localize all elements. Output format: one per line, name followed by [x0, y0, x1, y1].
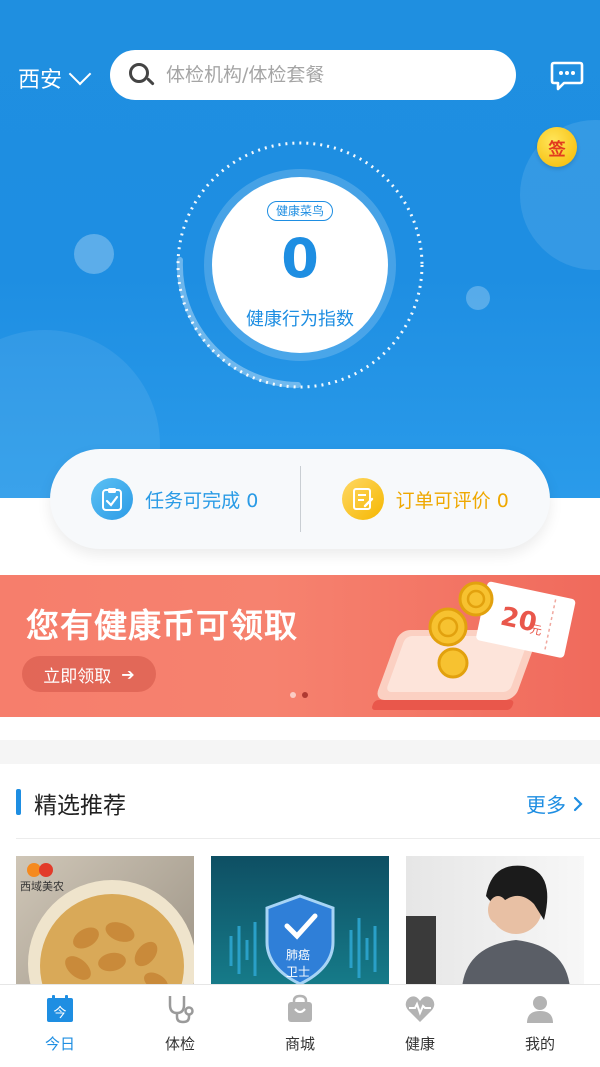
stethoscope-icon [168, 996, 194, 1024]
decor-bubble [74, 234, 114, 274]
search-input[interactable] [166, 64, 486, 86]
tab-health[interactable]: 健康 [360, 985, 480, 1067]
banner-title: 您有健康币可领取 [26, 606, 298, 645]
message-icon[interactable] [550, 58, 584, 92]
chevron-right-icon [573, 796, 583, 811]
tasks-label: 任务可完成 0 [145, 489, 259, 512]
divider [16, 838, 600, 839]
shopping-bag-icon [288, 994, 312, 1022]
search-bar[interactable] [110, 50, 516, 100]
calendar-glyph: 今 [53, 1005, 66, 1021]
pagination-dot-active [302, 692, 308, 698]
arrow-right-icon: ➔ [121, 664, 135, 684]
orders-label: 订单可评价 0 [395, 489, 509, 512]
tab-mall[interactable]: 商城 [240, 985, 360, 1067]
cashew-nuts-image: 西域美农 [20, 863, 194, 988]
tab-label: 今日 [44, 1035, 75, 1053]
city-label: 西安 [18, 68, 63, 93]
phone-coin-illustration: 20 元 [372, 581, 576, 710]
heart-pulse-icon [405, 996, 435, 1022]
edit-note-icon [341, 478, 384, 520]
banner-pagination [290, 692, 308, 698]
claim-button[interactable]: 立即领取 ➔ [22, 656, 156, 692]
tab-me[interactable]: 我的 [480, 985, 600, 1067]
health-score: 0 [281, 227, 319, 290]
tab-label: 我的 [524, 1035, 555, 1053]
summary-card: 任务可完成 0 订单可评价 0 [50, 449, 550, 549]
section-accent-bar [16, 789, 21, 815]
sign-in-badge[interactable]: 签 [537, 127, 577, 167]
bottom-tab-bar: 今 今日 体检 商城 健康 我的 [0, 984, 600, 1067]
calendar-icon: 今 [47, 995, 73, 1022]
tab-label: 健康 [404, 1035, 435, 1053]
tab-label: 体检 [164, 1035, 195, 1053]
clipboard-check-icon [91, 478, 134, 520]
level-tag: 健康菜鸟 [266, 201, 333, 221]
user-icon [527, 996, 553, 1023]
product-card-nuts[interactable]: 西域美农 [16, 856, 194, 988]
orders-button[interactable]: 订单可评价 0 [301, 478, 551, 520]
product-card-lung-cancer[interactable]: 肺癌 卫士 [211, 856, 389, 988]
chevron-down-icon [68, 62, 92, 86]
health-index-circle[interactable]: 健康菜鸟 0 健康行为指数 [212, 177, 388, 353]
decor-bubble [466, 286, 490, 310]
brand-label: 西域美农 [20, 879, 64, 893]
lung-cancer-guard-image: 肺癌 卫士 [229, 894, 377, 986]
section-separator [0, 740, 600, 764]
search-icon [128, 62, 155, 88]
pagination-dot [290, 692, 296, 698]
more-label: 更多 [526, 793, 566, 817]
tab-label: 商城 [284, 1035, 315, 1053]
claim-button-label: 立即领取 [43, 666, 112, 687]
headache-woman-image [406, 865, 570, 988]
product-card-headache[interactable] [406, 856, 584, 988]
tasks-button[interactable]: 任务可完成 0 [50, 478, 300, 520]
health-index-label: 健康行为指数 [246, 309, 354, 330]
more-link[interactable]: 更多 [526, 789, 584, 818]
tab-today[interactable]: 今 今日 [0, 985, 120, 1067]
tab-checkup[interactable]: 体检 [120, 985, 240, 1067]
city-selector[interactable]: 西安 [18, 62, 92, 94]
section-title: 精选推荐 [34, 793, 126, 819]
badge-line1: 肺癌 [286, 947, 310, 962]
badge-line2: 卫士 [286, 965, 310, 979]
